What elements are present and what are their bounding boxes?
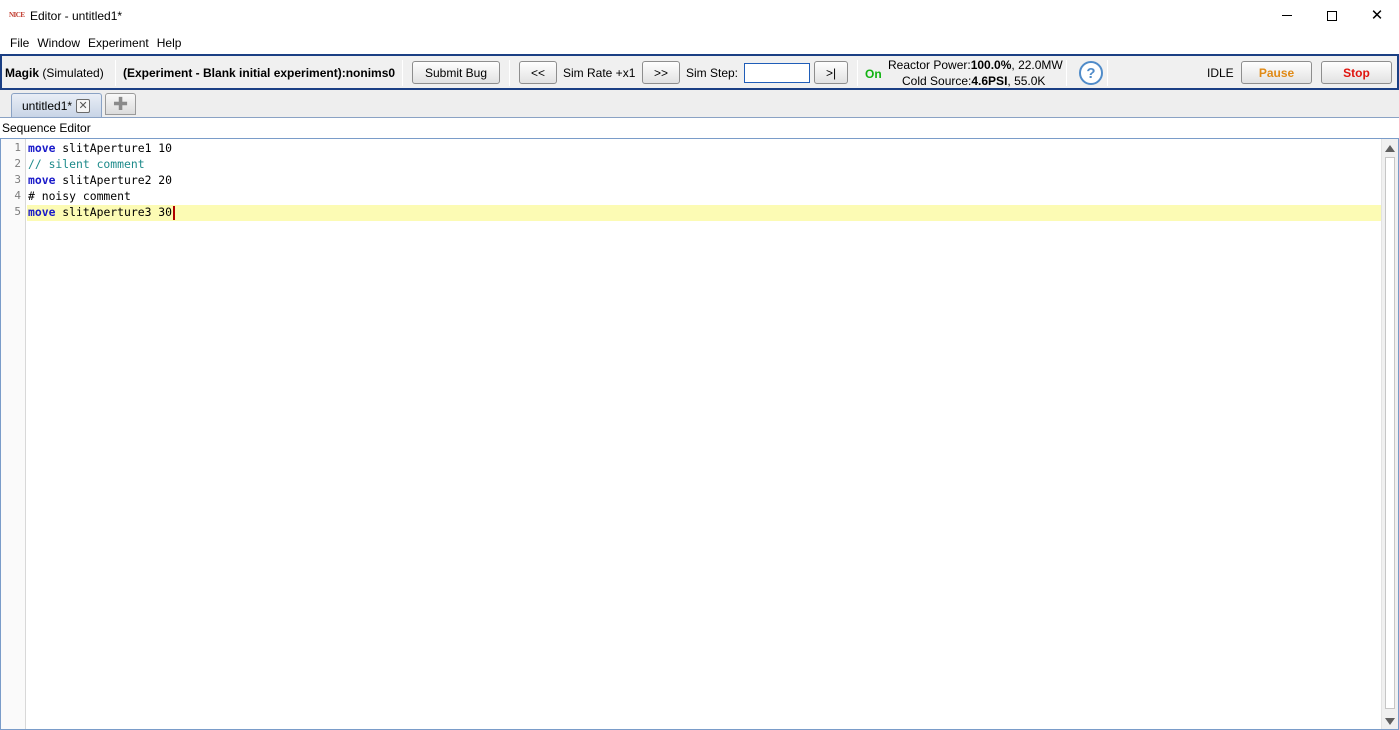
silent-comment: // silent comment (28, 157, 145, 171)
code-line[interactable]: move slitAperture3 30 (28, 204, 176, 220)
code-line[interactable]: move slitAperture2 20 (28, 172, 172, 188)
pause-button[interactable]: Pause (1241, 61, 1312, 84)
experiment-label: (Experiment - Blank initial experiment):… (123, 66, 395, 80)
keyword: move (28, 173, 56, 187)
line-number: 1 (14, 141, 21, 154)
sequence-editor-title: Sequence Editor (2, 121, 91, 135)
menu-file[interactable]: File (6, 36, 33, 50)
menu-window[interactable]: Window (33, 36, 84, 50)
tab-label: untitled1* (22, 98, 73, 113)
sim-rate-down-button[interactable]: << (519, 61, 557, 84)
title-bar: NICE Editor - untitled1* ✕ (0, 0, 1399, 32)
line-number-gutter: 1 2 3 4 5 (1, 139, 26, 729)
text-caret (173, 205, 176, 220)
status-toolbar: Magik (Simulated) (Experiment - Blank in… (0, 54, 1399, 90)
maximize-button[interactable] (1309, 0, 1355, 31)
code-line[interactable]: move slitAperture1 10 (28, 140, 172, 156)
scroll-down-icon[interactable] (1385, 718, 1395, 725)
sim-step-input[interactable] (744, 63, 810, 83)
close-icon: ✕ (1370, 6, 1384, 24)
reactor-power-readout: Reactor Power:100.0%, 22.0MW (888, 58, 1063, 72)
nice-logo-icon: NICE (9, 11, 25, 19)
sim-rate-label: Sim Rate +x1 (563, 66, 636, 80)
toolbar-separator (509, 60, 510, 86)
line-number: 4 (14, 189, 21, 202)
menu-bar: File Window Experiment Help (0, 32, 1399, 53)
instrument-state: IDLE (1207, 66, 1234, 80)
noisy-comment: # noisy comment (28, 189, 131, 203)
reactor-status-on: On (865, 67, 882, 81)
line-number: 5 (14, 205, 21, 218)
close-window-button[interactable]: ✕ (1354, 0, 1399, 31)
scrollbar-thumb[interactable] (1385, 157, 1395, 709)
code-line[interactable]: // silent comment (28, 156, 145, 172)
instrument-label: Magik (Simulated) (5, 66, 104, 80)
minimize-button[interactable] (1264, 0, 1310, 31)
toolbar-separator (115, 60, 116, 86)
add-tab-plus-icon[interactable]: ✚ (105, 93, 136, 115)
instrument-mode: (Simulated) (42, 66, 104, 80)
experiment-title: (Experiment - Blank initial experiment): (123, 66, 346, 80)
sim-step-label: Sim Step: (686, 66, 739, 80)
sequence-editor[interactable]: 1 2 3 4 5 move slitAperture1 10 // silen… (0, 138, 1399, 730)
minimize-icon (1282, 15, 1292, 16)
stop-button[interactable]: Stop (1321, 61, 1392, 84)
instrument-name: Magik (5, 66, 40, 80)
close-x-icon[interactable]: ✕ (76, 98, 91, 113)
sim-rate-up-button[interactable]: >> (642, 61, 680, 84)
menu-help[interactable]: Help (153, 36, 186, 50)
line-number: 2 (14, 157, 21, 170)
maximize-icon (1327, 10, 1337, 21)
scroll-up-icon[interactable] (1385, 145, 1395, 152)
keyword: move (28, 141, 56, 155)
current-line-highlight (27, 205, 1382, 221)
tab-untitled1[interactable]: untitled1* ✕ (11, 93, 102, 117)
sim-step-button[interactable]: >| (814, 61, 848, 84)
keyword: move (28, 205, 56, 219)
menu-experiment[interactable]: Experiment (84, 36, 153, 50)
document-tab-strip: untitled1* ✕ ✚ (0, 90, 1399, 118)
experiment-id: nonims0 (345, 66, 396, 80)
toolbar-separator (1107, 60, 1108, 86)
window-title: Editor - untitled1* (30, 9, 123, 23)
code-line[interactable]: # noisy comment (28, 188, 131, 204)
line-number: 3 (14, 173, 21, 186)
cold-source-readout: Cold Source:4.6PSI, 55.0K (902, 74, 1046, 88)
toolbar-separator (402, 60, 403, 86)
help-icon[interactable]: ? (1079, 61, 1103, 85)
toolbar-separator (1066, 60, 1067, 86)
vertical-scrollbar[interactable] (1381, 139, 1398, 729)
toolbar-separator (857, 60, 858, 86)
submit-bug-button[interactable]: Submit Bug (412, 61, 500, 84)
